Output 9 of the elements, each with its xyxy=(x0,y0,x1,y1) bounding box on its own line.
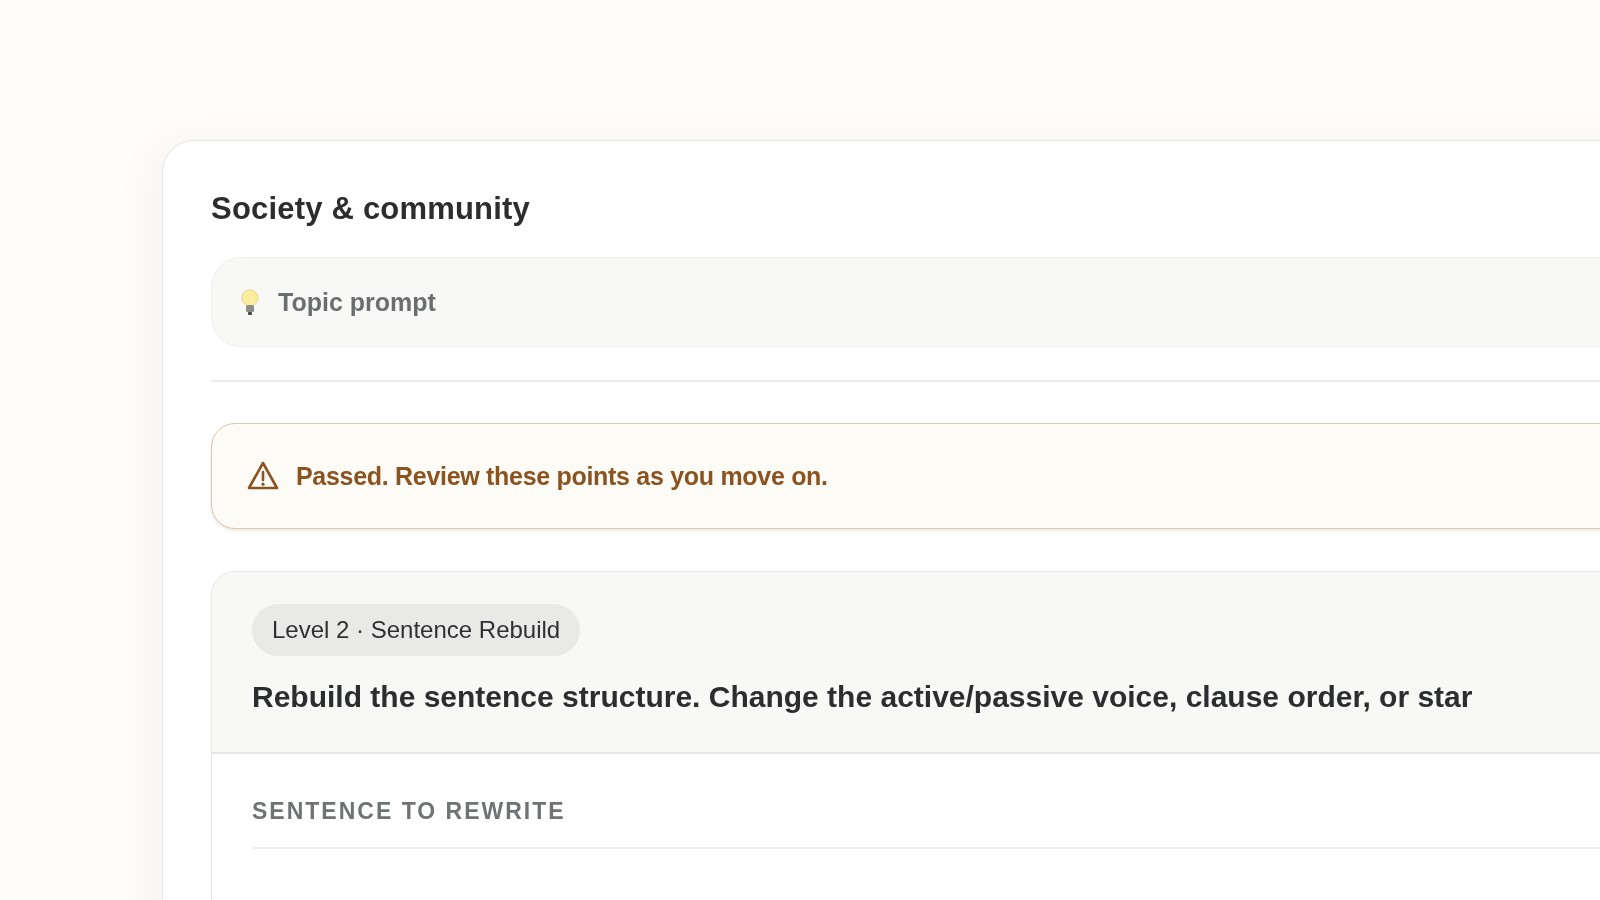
warning-text: Passed. Review these points as you move on. xyxy=(296,461,828,491)
topic-prompt-label: Topic prompt xyxy=(278,287,436,317)
level-badge: Level 2 · Sentence Rebuild xyxy=(252,604,581,656)
topic-prompt-toggle[interactable]: Topic prompt xyxy=(211,257,1600,347)
section-label: SENTENCE TO REWRITE xyxy=(252,798,1600,849)
warning-icon xyxy=(246,460,280,492)
task-instruction: Rebuild the sentence structure. Change the active/passive voice, clause order, or star xyxy=(252,680,1474,714)
page-title: Society & community xyxy=(211,191,532,227)
lightbulb-icon xyxy=(240,288,260,316)
